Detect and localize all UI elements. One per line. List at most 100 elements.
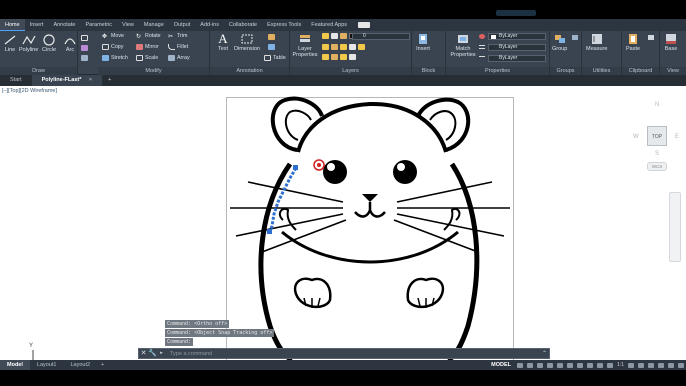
tab-express-tools[interactable]: Express Tools	[262, 19, 306, 31]
move-tool[interactable]: ✥ Move	[102, 33, 124, 40]
match-properties-button[interactable]: Match Properties	[450, 33, 476, 58]
annotation-scale[interactable]: 1:1	[617, 362, 624, 368]
tab-output[interactable]: Output	[169, 19, 196, 31]
tab-manage[interactable]: Manage	[139, 19, 169, 31]
layer-tools-row-2[interactable]	[322, 54, 356, 60]
modify-panel-title[interactable]: Modify	[98, 67, 209, 75]
transparency-icon[interactable]	[587, 362, 594, 368]
viewcube-south[interactable]: S	[655, 151, 659, 157]
trim-tool[interactable]: ✂ Trim	[168, 33, 187, 40]
layer-state-icons[interactable]	[322, 33, 356, 39]
dimension-button[interactable]: Dimension	[234, 33, 260, 52]
ribbon-minimize-toggle[interactable]	[354, 19, 374, 31]
line-button[interactable]: Line	[3, 34, 17, 53]
isodraft-icon[interactable]	[557, 362, 564, 368]
array-tool[interactable]: Array	[168, 55, 190, 61]
group-button[interactable]: Group	[552, 33, 567, 52]
annotation-scale-icon[interactable]	[607, 362, 614, 368]
viewcube-top-face[interactable]: TOP	[647, 126, 667, 146]
groups-panel-title[interactable]: Groups	[550, 67, 581, 75]
command-dropdown-icon[interactable]: ⌃	[542, 350, 547, 357]
gradient-tool[interactable]	[81, 55, 88, 61]
workspace-gear-icon[interactable]	[628, 362, 634, 368]
grid-icon[interactable]	[517, 362, 524, 368]
polyline-button[interactable]: Polyline	[19, 34, 38, 53]
tab-home[interactable]: Home	[0, 19, 25, 31]
layers-panel-title[interactable]: Layers	[290, 67, 411, 75]
rotate-tool[interactable]: ↻ Rotate	[136, 33, 161, 40]
linetype-dropdown[interactable]: ByLayer	[488, 55, 546, 62]
ortho-icon[interactable]	[537, 362, 544, 368]
left-eye-shine	[327, 163, 335, 171]
units-icon[interactable]	[648, 362, 654, 368]
block-panel-title[interactable]: Block	[412, 67, 445, 75]
customize-icon[interactable]: 🔧	[148, 349, 157, 358]
tab-insert[interactable]: Insert	[25, 19, 49, 31]
close-command-line-icon[interactable]: ✕	[139, 349, 148, 358]
measure-button[interactable]: Measure	[586, 33, 607, 52]
copy-tool[interactable]: Copy	[102, 44, 123, 50]
paste-button[interactable]: Paste	[626, 33, 640, 52]
lineweight-toggle-icon[interactable]	[577, 362, 584, 368]
annotation-panel-title[interactable]: Annotation	[210, 67, 289, 75]
start-tab[interactable]: Start	[0, 75, 32, 86]
layer-dropdown[interactable]: 0	[352, 33, 410, 40]
hatch-tool[interactable]	[81, 45, 88, 51]
color-dropdown[interactable]: ByLayer	[488, 33, 546, 40]
view-panel-title[interactable]: View	[660, 67, 686, 75]
model-space-toggle[interactable]: MODEL	[491, 362, 511, 368]
tab-add-ins[interactable]: Add-ins	[195, 19, 224, 31]
close-tab-icon[interactable]: ×	[89, 77, 92, 83]
add-layout-button[interactable]: +	[97, 360, 108, 370]
wcs-menu[interactable]: WCS	[647, 162, 667, 171]
viewcube-west[interactable]: W	[633, 134, 639, 140]
insert-button[interactable]: Insert	[416, 33, 430, 52]
properties-panel-title[interactable]: Properties	[446, 67, 549, 75]
command-input[interactable]: Type a command	[170, 351, 212, 357]
new-tab-button[interactable]: +	[102, 75, 117, 86]
circle-button[interactable]: Circle	[42, 34, 56, 53]
layer-properties-button[interactable]: Layer Properties	[292, 33, 318, 58]
text-button[interactable]: A Text	[216, 32, 230, 52]
base-button[interactable]: Base	[664, 33, 678, 52]
annotation-monitor-icon[interactable]	[638, 362, 644, 368]
scale-tool[interactable]: Scale	[136, 55, 158, 61]
mirror-tool[interactable]: Mirror	[136, 44, 159, 50]
isolate-objects-icon[interactable]	[658, 362, 664, 368]
tab-annotate[interactable]: Annotate	[48, 19, 80, 31]
viewcube-east[interactable]: E	[675, 134, 679, 140]
clean-screen-icon[interactable]	[668, 362, 674, 368]
line-label: Line	[4, 47, 16, 53]
customization-menu-icon[interactable]	[678, 362, 684, 368]
recent-commands-icon[interactable]: ▸	[157, 349, 166, 358]
lineweight-dropdown[interactable]: ByLayer	[488, 44, 546, 51]
layout1-tab[interactable]: Layout1	[30, 360, 64, 370]
markup-tool[interactable]	[268, 44, 275, 50]
navigation-bar[interactable]	[669, 192, 681, 262]
stretch-tool[interactable]: Stretch	[102, 55, 128, 61]
tab-featured-apps[interactable]: Featured Apps	[306, 19, 352, 31]
polar-icon[interactable]	[547, 362, 554, 368]
clipboard-panel-title[interactable]: Clipboard	[622, 67, 659, 75]
layout2-tab[interactable]: Layout2	[63, 360, 97, 370]
drawing-canvas[interactable]: [–][Top][2D Wireframe] N W E TOP S WCS	[0, 86, 686, 371]
view-cube[interactable]: N W E TOP S WCS	[631, 96, 681, 176]
drawing-tab[interactable]: Polyline-FLast* ×	[31, 75, 103, 86]
utilities-panel-title[interactable]: Utilities	[582, 67, 621, 75]
layer-tools-row-1[interactable]	[322, 44, 365, 50]
snap-icon[interactable]	[527, 362, 534, 368]
rectangle-tool[interactable]	[81, 35, 88, 41]
fillet-tool[interactable]: Fillet	[168, 44, 188, 50]
layer-off-icon	[349, 44, 356, 50]
tab-parametric[interactable]: Parametric	[80, 19, 117, 31]
tab-view[interactable]: View	[117, 19, 139, 31]
selection-cycling-icon[interactable]	[597, 362, 604, 368]
draw-panel-title[interactable]: Draw	[0, 67, 77, 75]
tab-collaborate[interactable]: Collaborate	[224, 19, 262, 31]
arc-button[interactable]: Arc	[63, 34, 77, 53]
leader-tool[interactable]	[268, 34, 275, 40]
viewcube-north[interactable]: N	[655, 102, 659, 108]
model-tab[interactable]: Model	[0, 360, 30, 370]
osnap-icon[interactable]	[567, 362, 574, 368]
table-tool[interactable]: Table	[264, 55, 286, 61]
